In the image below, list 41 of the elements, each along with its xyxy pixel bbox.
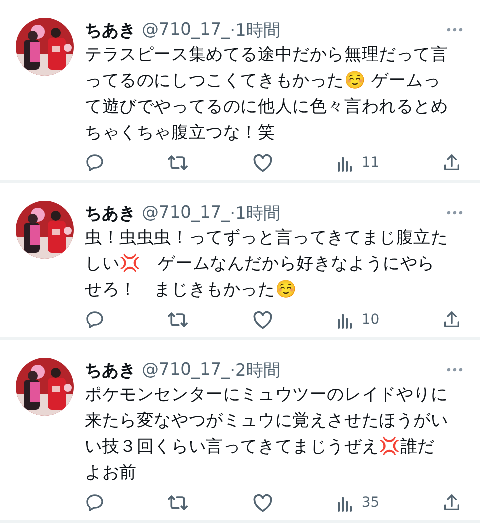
- views-icon[interactable]: [336, 494, 354, 512]
- more-icon[interactable]: [446, 210, 464, 216]
- view-count: 11: [362, 155, 380, 171]
- views-icon[interactable]: [336, 311, 354, 329]
- repost-icon[interactable]: [167, 493, 190, 513]
- view-count: 35: [362, 495, 380, 511]
- user-handle[interactable]: @710_17_: [142, 20, 230, 40]
- post-text-line: ちゃくちゃ腹立つな！笑: [85, 122, 276, 145]
- post-time: ·2時間: [230, 360, 280, 382]
- user-name[interactable]: ちあき: [85, 18, 136, 42]
- user-name[interactable]: ちあき: [85, 202, 136, 224]
- reply-icon[interactable]: [85, 153, 105, 173]
- post-text-line: ってるのにしつこくてきもかった☺ ゲームっ: [85, 70, 442, 93]
- post-text-line: い技３回くらい言ってきてまじうぜえ💢誰だ: [85, 436, 436, 459]
- repost-icon[interactable]: [167, 153, 190, 173]
- user-handle[interactable]: @710_17_: [142, 360, 230, 380]
- post-text-line: て遊びでやってるのに他人に色々言われるとめ: [85, 96, 450, 119]
- repost-icon[interactable]: [167, 310, 190, 330]
- post-text-line: テラスピース集めてる途中だから無理だって言: [85, 44, 450, 67]
- share-icon[interactable]: [442, 153, 462, 173]
- post-text-line: よお前: [85, 462, 138, 485]
- reply-icon[interactable]: [85, 310, 105, 330]
- like-icon[interactable]: [252, 153, 274, 173]
- post-text-line: 来たら変なやつがミュウに覚えさせたほうがい: [85, 410, 450, 433]
- post-text-line: 虫！虫虫虫！ってずっと言ってきてまじ腹立た: [85, 227, 450, 250]
- like-icon[interactable]: [252, 310, 274, 330]
- user-name[interactable]: ちあき: [85, 358, 136, 382]
- views-icon[interactable]: [336, 154, 354, 172]
- share-icon[interactable]: [442, 310, 462, 330]
- post-text-line: しい💢 ゲームなんだから好きなようにやら: [85, 253, 436, 276]
- more-icon[interactable]: [446, 27, 464, 33]
- more-icon[interactable]: [446, 367, 464, 373]
- post-text-line: ポケモンセンターにミュウツーのレイドやりに: [85, 384, 450, 407]
- view-count: 10: [362, 312, 380, 328]
- post-text-line: せろ！ まじきもかった☺: [85, 279, 298, 302]
- user-handle[interactable]: @710_17_: [142, 203, 230, 223]
- reply-icon[interactable]: [85, 493, 105, 513]
- post-time: ·1時間: [230, 202, 280, 224]
- like-icon[interactable]: [252, 493, 274, 513]
- post-time: ·1時間: [230, 20, 280, 42]
- share-icon[interactable]: [442, 493, 462, 513]
